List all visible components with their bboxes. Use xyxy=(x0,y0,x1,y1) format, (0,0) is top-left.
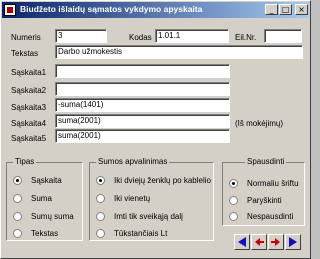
close-button[interactable]: × xyxy=(295,4,308,15)
saskaita3-label: Sąskaita3 xyxy=(11,103,47,112)
first-arrow-icon xyxy=(238,237,246,247)
saskaita4-label: Sąskaita4 xyxy=(11,119,47,128)
saskaita3-field[interactable]: -suma(1401) xyxy=(55,98,230,112)
form-window: Biudžeto išlaidų sąmatos vykdymo apyskai… xyxy=(0,0,311,259)
sumos-apvalinimas-group: Sumos apvalinimas Iki dviejų ženklų po k… xyxy=(89,157,214,241)
radio-icon xyxy=(96,194,105,203)
radio-icon xyxy=(229,196,238,205)
saskaita1-label: Sąskaita1 xyxy=(11,68,47,77)
kodas-label: Kodas xyxy=(129,33,152,42)
radio-icon xyxy=(229,179,238,188)
first-record-button[interactable] xyxy=(234,234,250,250)
radio-icon xyxy=(13,229,22,238)
radio-icon xyxy=(13,212,22,221)
saskaita4-field[interactable]: suma(2001) xyxy=(55,114,230,128)
spausdinti-group: Spausdinti Normaliu šriftu Paryškinti Ne… xyxy=(222,157,305,226)
last-arrow-icon xyxy=(289,237,297,247)
prev-record-button[interactable] xyxy=(251,234,267,250)
last-record-button[interactable] xyxy=(285,234,301,250)
radio-icon xyxy=(96,212,105,221)
eil-nr-label: Eil.Nr. xyxy=(235,33,257,42)
numeris-label: Numeris xyxy=(11,33,41,42)
radio-icon xyxy=(96,229,105,238)
radio-icon xyxy=(13,176,22,185)
saskaita2-field[interactable] xyxy=(55,82,230,96)
title-bar[interactable]: Biudžeto išlaidų sąmatos vykdymo apyskai… xyxy=(2,2,309,18)
spausdinti-title: Spausdinti xyxy=(245,157,287,166)
saskaita5-label: Sąskaita5 xyxy=(11,134,47,143)
radio-icon xyxy=(229,212,238,221)
minimize-button[interactable]: _ xyxy=(265,4,278,15)
tekstas-field[interactable]: Darbo užmokestis xyxy=(55,45,303,59)
radio-icon xyxy=(13,194,22,203)
saskaita2-label: Sąskaita2 xyxy=(11,86,47,95)
tipas-title: Tipas xyxy=(13,157,37,166)
radio-icon xyxy=(96,176,105,185)
next-record-button[interactable] xyxy=(268,234,284,250)
prev-arrow-icon xyxy=(255,238,264,246)
saskaita1-field[interactable] xyxy=(55,64,230,78)
kodas-field[interactable]: 1.01.1 xyxy=(155,29,229,43)
app-icon xyxy=(4,4,16,16)
saskaita5-field[interactable]: suma(2001) xyxy=(55,129,230,143)
tipas-group: Tipas Sąskaita Suma Sumų suma Tekstas xyxy=(6,157,83,241)
saskaita4-note: (Iš mokėjimų) xyxy=(235,119,284,128)
maximize-button[interactable]: □ xyxy=(279,4,292,15)
eil-nr-field[interactable] xyxy=(264,29,302,43)
sumos-apvalinimas-title: Sumos apvalinimas xyxy=(96,157,170,166)
tekstas-label: Tekstas xyxy=(11,49,39,58)
window-title: Biudžeto išlaidų sąmatos vykdymo apyskai… xyxy=(20,4,203,14)
next-arrow-icon xyxy=(271,238,280,246)
numeris-field[interactable]: 3 xyxy=(55,29,107,43)
